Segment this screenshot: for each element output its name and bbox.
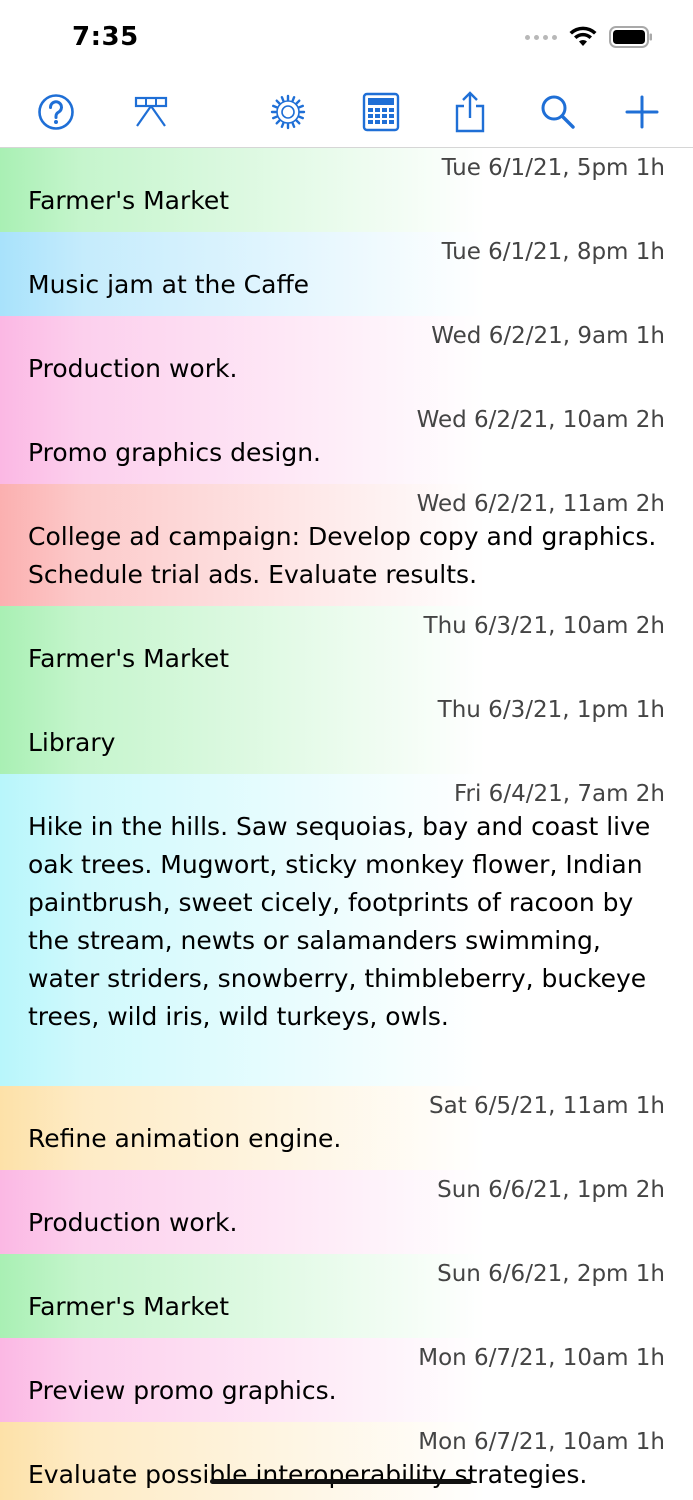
event-date: Sat 6/5/21, 11am 1h [429,1093,665,1119]
list-item[interactable]: Mon 6/7/21, 10am 1h Preview promo graphi… [0,1338,693,1422]
add-button[interactable] [620,90,664,134]
search-icon [541,95,575,129]
wifi-icon [569,26,597,46]
event-date: Tue 6/1/21, 5pm 1h [441,155,665,181]
event-title: Evaluate possible interoperability strat… [28,1460,588,1489]
list-item[interactable]: Sat 6/5/21, 11am 1h Refine animation eng… [0,1086,693,1170]
add-icon [625,95,659,129]
status-icons [525,26,653,48]
search-button[interactable] [536,90,580,134]
event-date: Thu 6/3/21, 1pm 1h [437,697,665,723]
event-date: Wed 6/2/21, 10am 2h [416,407,665,433]
event-date: Wed 6/2/21, 9am 1h [431,323,665,349]
event-date: Mon 6/7/21, 10am 1h [418,1429,665,1455]
event-date: Wed 6/2/21, 11am 2h [416,491,665,517]
event-date: Sun 6/6/21, 2pm 1h [437,1261,665,1287]
timeline-icon [134,96,168,127]
event-title: Production work. [28,1208,238,1237]
status-bar: 7:35 [0,0,693,76]
event-title: Farmer's Market [28,1292,230,1321]
calculator-button[interactable] [359,90,403,134]
event-date: Sun 6/6/21, 1pm 2h [437,1177,665,1203]
gear-icon [270,94,306,130]
list-item[interactable]: Wed 6/2/21, 10am 2h Promo graphics desig… [0,400,693,484]
event-date: Tue 6/1/21, 8pm 1h [441,239,665,265]
list-item[interactable]: Mon 6/7/21, 10am 1h Evaluate possible in… [0,1422,693,1500]
list-item[interactable]: Thu 6/3/21, 1pm 1h Library [0,690,693,774]
event-title: College ad campaign: Develop copy and gr… [28,522,657,589]
cellular-signal-icon [525,34,557,40]
event-list[interactable]: Tue 6/1/21, 5pm 1h Farmer's Market Tue 6… [0,148,693,1500]
event-date: Thu 6/3/21, 10am 2h [423,613,665,639]
toolbar [0,76,693,148]
event-title: Music jam at the Caffe [28,270,310,299]
event-title: Library [28,728,116,757]
list-item[interactable]: Fri 6/4/21, 7am 2h Hike in the hills. Sa… [0,774,693,1086]
share-button[interactable] [448,90,492,134]
list-item[interactable]: Tue 6/1/21, 5pm 1h Farmer's Market [0,148,693,232]
battery-icon [609,26,652,48]
status-time: 7:35 [72,22,139,52]
event-title: Farmer's Market [28,644,230,673]
event-title: Preview promo graphics. [28,1376,337,1405]
event-title: Farmer's Market [28,186,230,215]
event-title: Hike in the hills. Saw sequoias, bay and… [28,812,651,1031]
event-date: Fri 6/4/21, 7am 2h [453,781,665,807]
list-item[interactable]: Wed 6/2/21, 11am 2h College ad campaign:… [0,484,693,606]
list-item[interactable]: Wed 6/2/21, 9am 1h Production work. [0,316,693,400]
share-icon [455,91,485,133]
list-item[interactable]: Tue 6/1/21, 8pm 1h Music jam at the Caff… [0,232,693,316]
help-button[interactable] [34,90,78,134]
calculator-icon [362,92,400,132]
list-item[interactable]: Thu 6/3/21, 10am 2h Farmer's Market [0,606,693,690]
list-item[interactable]: Sun 6/6/21, 1pm 2h Production work. [0,1170,693,1254]
event-title: Promo graphics design. [28,438,321,467]
settings-button[interactable] [266,90,310,134]
event-title: Production work. [28,354,238,383]
timeline-button[interactable] [129,90,173,134]
event-title: Refine animation engine. [28,1124,342,1153]
help-icon [38,94,74,130]
drag-line [210,1479,472,1484]
list-item[interactable]: Sun 6/6/21, 2pm 1h Farmer's Market [0,1254,693,1338]
event-date: Mon 6/7/21, 10am 1h [418,1345,665,1371]
